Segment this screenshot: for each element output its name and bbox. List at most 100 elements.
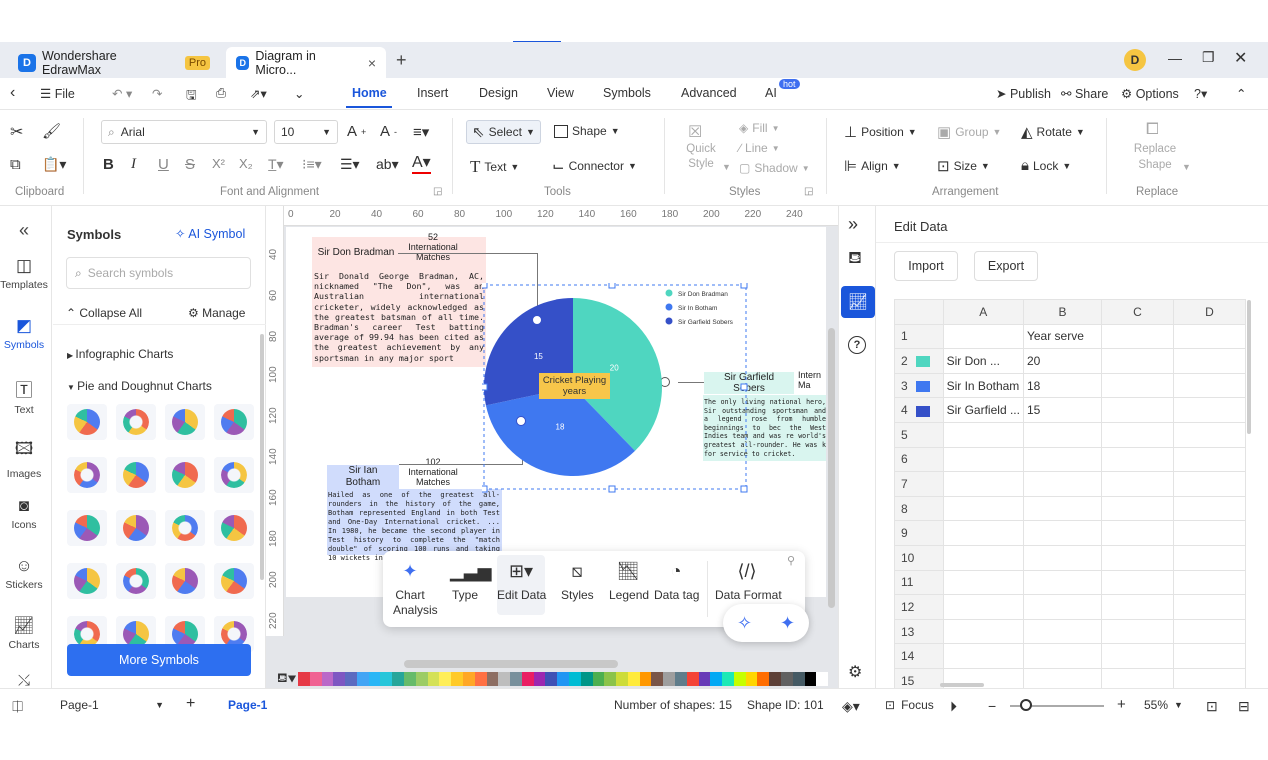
decrease-font-icon[interactable]: A- [380,123,397,140]
redo-icon[interactable]: ↷ [152,86,162,101]
pie-chart-symbol[interactable] [165,563,205,599]
add-page-icon[interactable]: + [186,695,195,713]
grid-cell[interactable] [1100,544,1174,571]
panel-scrollbar[interactable] [260,334,264,580]
font-family-select[interactable]: ⌕ Arial ▼ [101,120,267,144]
color-swatch[interactable] [309,672,322,686]
grid-cell[interactable] [942,594,1024,620]
series-color-swatch[interactable] [915,380,930,392]
pie-chart-symbol[interactable] [214,457,254,493]
collapse-all-button[interactable]: ⌃ Collapse All [66,306,142,320]
color-swatch[interactable] [698,672,711,686]
color-swatch[interactable] [686,672,699,686]
cut-icon[interactable]: ✂ [10,122,23,142]
grid-cell[interactable] [1100,618,1174,645]
grid-cell[interactable] [1022,569,1102,596]
new-tab-button[interactable]: + [396,50,407,71]
column-header[interactable]: A [942,299,1024,325]
close-window-icon[interactable]: ✕ [1234,48,1247,68]
chart-data-icon[interactable]: 📈︎ [841,286,875,318]
color-swatch[interactable] [580,672,593,686]
bold-icon[interactable]: B [103,156,114,173]
row-number[interactable]: 14 [894,643,944,669]
row-number[interactable]: 8 [894,495,944,522]
pie-chart-symbol[interactable] [67,457,107,493]
row-number[interactable]: 13 [894,618,944,645]
grid-cell[interactable] [1172,544,1247,571]
resize-handle[interactable] [740,485,748,493]
grid-cell[interactable] [1172,520,1247,546]
pin-icon[interactable]: ⚲ [787,554,795,567]
rail-icons[interactable]: ◙ Icons [0,496,48,531]
grid-cell[interactable] [1100,569,1174,596]
menu-insert[interactable]: Insert [417,86,448,100]
chart-styles-button[interactable]: ⧅ Styles [561,561,594,602]
color-swatch[interactable] [769,672,782,686]
import-button[interactable]: Import [894,251,958,281]
rotate-button[interactable]: ◭ Rotate ▼ [1021,123,1085,141]
grid-cell[interactable] [1100,643,1174,669]
quick-style-icon[interactable]: ☒ [688,122,702,142]
grid-cell[interactable] [1172,348,1247,374]
pie-chart-symbol[interactable] [67,404,107,440]
document-tab[interactable]: D Diagram in Micro... × [226,47,386,78]
color-swatch[interactable] [616,672,628,686]
row-number[interactable]: 11 [894,569,944,596]
options-button[interactable]: ⚙ Options [1121,86,1179,101]
data-tag-button[interactable]: ◔ Data tag [654,561,699,602]
grid-cell[interactable] [1022,421,1102,448]
menu-ai[interactable]: AI [765,86,777,100]
settings-icon[interactable]: ⚙ [848,662,862,682]
grid-cell[interactable] [942,618,1024,645]
save-icon[interactable]: 🖫 [186,86,197,107]
avatar[interactable]: D [1124,49,1146,71]
collapse-panel-icon[interactable]: « [0,220,48,241]
play-icon[interactable]: ⏵ [950,698,957,715]
grid-cell[interactable] [942,471,1024,497]
underline-icon[interactable]: U [158,156,169,173]
grid-cell[interactable] [1022,544,1102,571]
grid-cell[interactable] [1100,446,1174,473]
grid-cell[interactable] [1172,618,1247,645]
increase-font-icon[interactable]: A + [347,123,366,140]
text-align-icon[interactable]: ≡▾ [413,123,429,141]
focus-button[interactable]: ⊡ Focus [885,698,934,712]
grid-cell[interactable] [1172,643,1247,669]
category-pie[interactable]: ▼ Pie and Doughnut Charts [67,379,212,393]
row-number[interactable]: 1 [894,323,944,350]
grid-cell[interactable] [942,495,1024,522]
row-number[interactable]: 12 [894,594,944,620]
grid-cell[interactable] [1172,397,1247,423]
color-swatch[interactable] [663,672,675,686]
color-swatch[interactable] [792,672,805,686]
column-header[interactable]: B [1022,299,1102,325]
zoom-out-icon[interactable]: − [988,698,996,714]
color-swatch[interactable] [627,672,640,686]
select-tool[interactable]: ⇖ Select ▼ [466,120,541,144]
grid-cell[interactable] [1172,323,1247,350]
menu-symbols[interactable]: Symbols [603,86,651,100]
grid-cell[interactable] [1100,495,1174,522]
minimize-icon[interactable]: — [1168,50,1182,66]
row-number[interactable]: 6 [894,446,944,473]
rail-stickers[interactable]: ☺ Stickers [0,556,48,591]
row-number[interactable]: 9 [894,520,944,546]
pie-chart[interactable]: 20 18 15 Sir Don Bradman Sir In Botham Sir Ga… [482,283,752,493]
pie-chart-symbol[interactable] [214,404,254,440]
publish-button[interactable]: ➤ Publish [996,86,1051,101]
grid-cell[interactable] [1172,471,1247,497]
pie-chart-symbol[interactable] [165,510,205,546]
row-number[interactable]: 4 [894,397,944,423]
pie-chart-symbol[interactable] [67,563,107,599]
strikethrough-icon[interactable]: S [185,156,195,173]
font-color-icon[interactable]: A▾ [412,154,431,174]
export-button[interactable]: Export [974,251,1038,281]
pie-chart-symbol[interactable] [165,457,205,493]
app-tab[interactable]: D Wondershare EdrawMax Pro [8,47,220,78]
grid-cell[interactable] [1022,594,1102,620]
grid-cell[interactable] [1022,495,1102,522]
color-swatch[interactable] [474,672,487,686]
color-swatch[interactable] [675,672,687,686]
color-swatch[interactable] [333,672,346,686]
grid-cell[interactable] [942,643,1024,669]
